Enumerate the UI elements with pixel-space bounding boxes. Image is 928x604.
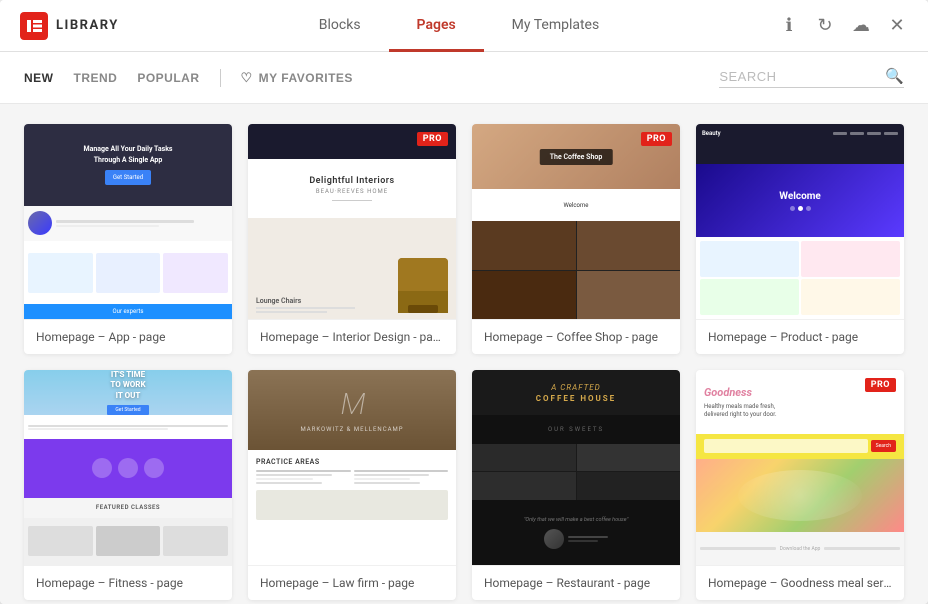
library-modal: LIBRARY Blocks Pages My Templates ℹ ↻ ☁ … [0, 0, 928, 604]
card-thumb-product: Beauty Welcome [696, 124, 904, 319]
elementor-logo-icon [20, 12, 48, 40]
pro-badge-interior: PRO [417, 132, 448, 146]
tab-my-templates[interactable]: My Templates [484, 1, 628, 52]
template-card-law[interactable]: M MARKOWITZ & MELLENCAMP Practice Areas [248, 370, 456, 600]
card-label-law: Homepage – Law firm - page [248, 565, 456, 600]
filter-new[interactable]: NEW [24, 67, 54, 89]
templates-content: Manage All Your Daily TasksThrough A Sin… [0, 104, 928, 604]
search-area: 🔍 [719, 67, 904, 88]
template-card-interior[interactable]: PRO Delightful Interiors BEAU·REEVES HOM… [248, 124, 456, 354]
tab-blocks[interactable]: Blocks [291, 1, 389, 52]
template-card-product[interactable]: Beauty Welcome [696, 124, 904, 354]
card-label-app: Homepage – App - page [24, 319, 232, 354]
header-tabs: Blocks Pages My Templates [140, 0, 778, 51]
card-thumb-restaurant: A CRAFTED COFFEE HOUSE OUR SWEETS [472, 370, 680, 565]
card-label-coffee: Homepage – Coffee Shop - page [472, 319, 680, 354]
filter-trend[interactable]: TREND [74, 67, 118, 89]
header-actions: ℹ ↻ ☁ ✕ [778, 15, 908, 37]
tab-pages[interactable]: Pages [389, 1, 484, 52]
pro-badge-coffee: PRO [641, 132, 672, 146]
logo-area: LIBRARY [20, 12, 140, 40]
modal-header: LIBRARY Blocks Pages My Templates ℹ ↻ ☁ … [0, 0, 928, 52]
template-card-coffee[interactable]: PRO The Coffee Shop Welcome [472, 124, 680, 354]
templates-grid: Manage All Your Daily TasksThrough A Sin… [24, 124, 904, 600]
card-label-fitness: Homepage – Fitness - page [24, 565, 232, 600]
filter-favorites[interactable]: ♡ MY FAVORITES [241, 70, 353, 86]
filter-popular[interactable]: POPULAR [137, 67, 199, 89]
search-icon[interactable]: 🔍 [885, 67, 904, 85]
card-thumb-fitness: IT'S TIMETO WORKIT OUT Get Started [24, 370, 232, 565]
card-thumb-coffee: PRO The Coffee Shop Welcome [472, 124, 680, 319]
heart-icon: ♡ [241, 70, 253, 86]
card-thumb-app: Manage All Your Daily TasksThrough A Sin… [24, 124, 232, 319]
logo-text: LIBRARY [56, 18, 119, 33]
filter-bar: NEW TREND POPULAR ♡ MY FAVORITES 🔍 [0, 52, 928, 104]
template-card-app[interactable]: Manage All Your Daily TasksThrough A Sin… [24, 124, 232, 354]
card-label-restaurant: Homepage – Restaurant - page [472, 565, 680, 600]
template-card-restaurant[interactable]: A CRAFTED COFFEE HOUSE OUR SWEETS [472, 370, 680, 600]
card-thumb-interior: PRO Delightful Interiors BEAU·REEVES HOM… [248, 124, 456, 319]
filter-divider [220, 69, 221, 87]
card-thumb-goodness: PRO Goodness Healthy meals made fresh,de… [696, 370, 904, 565]
card-thumb-law: M MARKOWITZ & MELLENCAMP Practice Areas [248, 370, 456, 565]
search-input[interactable] [719, 69, 879, 84]
card-label-interior: Homepage – Interior Design - page [248, 319, 456, 354]
close-icon[interactable]: ✕ [886, 15, 908, 37]
refresh-icon[interactable]: ↻ [814, 15, 836, 37]
template-card-goodness[interactable]: PRO Goodness Healthy meals made fresh,de… [696, 370, 904, 600]
card-label-goodness: Homepage – Goodness meal servi... [696, 565, 904, 600]
pro-badge-goodness: PRO [865, 378, 896, 392]
template-card-fitness[interactable]: IT'S TIMETO WORKIT OUT Get Started [24, 370, 232, 600]
card-label-product: Homepage – Product - page [696, 319, 904, 354]
info-icon[interactable]: ℹ [778, 15, 800, 37]
favorites-label: MY FAVORITES [259, 71, 353, 85]
save-icon[interactable]: ☁ [850, 15, 872, 37]
